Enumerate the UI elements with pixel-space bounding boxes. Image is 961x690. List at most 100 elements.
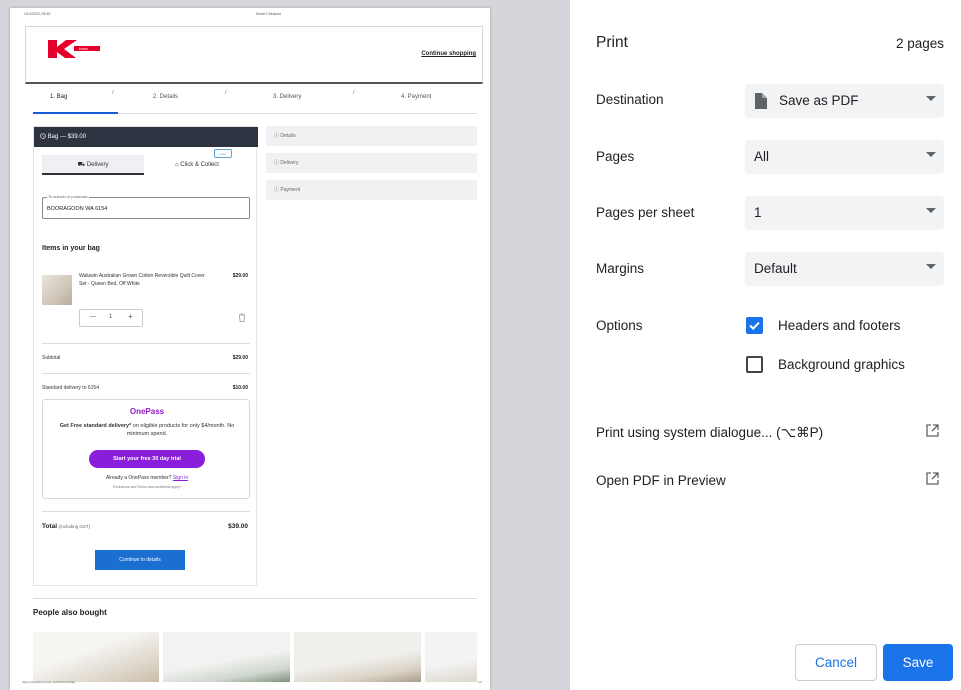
- save-button[interactable]: Save: [883, 644, 953, 681]
- people-also-bought-title: People also bought: [33, 608, 107, 617]
- onepass-signin-link[interactable]: Sign in: [173, 475, 188, 481]
- onepass-promo: OnePass Get Free standard delivery* on e…: [42, 399, 250, 499]
- clock-icon: [40, 133, 46, 139]
- destination-select[interactable]: Save as PDF: [745, 84, 944, 118]
- free-tooltip: Free: [214, 149, 232, 158]
- product-thumbnail[interactable]: [294, 632, 421, 682]
- total-note: (including GST): [58, 524, 91, 529]
- onepass-text-bold: Get Free standard delivery*: [59, 423, 132, 429]
- active-step-underline: [33, 112, 118, 114]
- tab-click-collect[interactable]: ⌂ Click & Collect: [146, 155, 248, 175]
- chevron-down-icon: [926, 208, 936, 213]
- truck-icon: ⛟: [77, 162, 86, 168]
- site-header: kmart Continue shopping: [25, 26, 483, 84]
- total-label: Total (including GST): [42, 523, 90, 530]
- product-name[interactable]: Waluwin Australian Grown Cotton Reversib…: [79, 273, 209, 288]
- product-image[interactable]: [42, 275, 72, 305]
- delivery-cost-label: Standard delivery to 6154: [42, 385, 99, 391]
- continue-shopping-link[interactable]: Continue shopping: [421, 51, 476, 57]
- step-separator: /: [112, 90, 114, 96]
- trash-icon[interactable]: [238, 313, 246, 322]
- margins-value: Default: [754, 261, 797, 276]
- product-thumbnail[interactable]: [425, 632, 477, 682]
- kmart-logo: kmart: [48, 40, 100, 58]
- cancel-button[interactable]: Cancel: [795, 644, 877, 681]
- chevron-down-icon: [926, 152, 936, 157]
- suburb-input[interactable]: To suburb or postcode BOORAGOON WA 6154: [42, 194, 250, 219]
- step-panel-label: Details: [280, 133, 296, 139]
- product-thumbnail[interactable]: [33, 632, 159, 682]
- step-panel-delivery[interactable]: ⓘ Delivery: [266, 153, 477, 173]
- step-circle-icon: ⓘ: [274, 160, 280, 166]
- bag-header[interactable]: Bag — $39.00: [34, 127, 258, 147]
- onepass-fine-print: Exclusions and Terms and conditions appl…: [112, 485, 182, 489]
- page-footer-url: https://www.kmart.com.au/checkout/bag: [22, 680, 76, 684]
- product-thumbnail[interactable]: [163, 632, 290, 682]
- step-panel-details[interactable]: ⓘ Details: [266, 126, 477, 146]
- quantity-value: 1: [109, 314, 113, 320]
- fulfilment-tabs: ⛟ Delivery ⌂ Click & Collect: [42, 155, 250, 175]
- suburb-value: BOORAGOON WA 6154: [47, 206, 108, 212]
- onepass-member-label: Already a OnePass member?: [105, 475, 172, 481]
- suburb-label: To suburb or postcode: [47, 194, 89, 199]
- divider: [42, 373, 250, 374]
- background-graphics-label[interactable]: Background graphics: [778, 357, 905, 372]
- page-header-title: Kmart Checkout: [256, 12, 282, 16]
- margins-select[interactable]: Default: [745, 252, 944, 286]
- plus-icon[interactable]: +: [128, 312, 133, 321]
- pages-per-sheet-value: 1: [754, 205, 762, 220]
- step-circle-icon: ⓘ: [274, 133, 280, 139]
- bag-header-text: Bag — $39.00: [47, 134, 87, 140]
- destination-label: Destination: [596, 92, 664, 107]
- continue-to-details-button[interactable]: Continue to details: [95, 550, 185, 570]
- step-payment[interactable]: 4. Payment: [401, 94, 431, 100]
- page-footer-number: 1/2: [477, 680, 482, 684]
- page-count: 2 pages: [895, 36, 944, 51]
- store-icon: ⌂: [175, 162, 179, 168]
- chevron-down-icon: [926, 96, 936, 101]
- headers-footers-checkbox[interactable]: [746, 317, 763, 334]
- bag-panel: Bag — $39.00 ⛟ Delivery ⌂ Click & Collec…: [33, 126, 258, 586]
- pages-label: Pages: [596, 149, 635, 164]
- step-panel-label: Delivery: [280, 160, 299, 166]
- open-pdf-preview-link[interactable]: Open PDF in Preview: [596, 473, 726, 488]
- pages-per-sheet-label: Pages per sheet: [596, 205, 695, 220]
- external-link-icon[interactable]: [926, 472, 939, 485]
- step-panel-label: Payment: [280, 187, 301, 193]
- system-dialog-link[interactable]: Print using system dialogue... (⌥⌘P): [596, 425, 823, 441]
- print-preview-area: 1/14/2023, 08:39 Kmart Checkout kmart Co…: [0, 0, 570, 690]
- subtotal-label: Subtotal: [42, 355, 61, 361]
- onepass-trial-button[interactable]: Start your free 30 day trial: [89, 450, 205, 468]
- print-title: Print: [596, 34, 628, 51]
- pages-select[interactable]: All: [745, 140, 944, 174]
- subtotal-value: $29.00: [232, 355, 248, 361]
- background-graphics-checkbox[interactable]: [746, 356, 763, 373]
- step-details[interactable]: 2. Details: [153, 94, 178, 100]
- external-link-icon[interactable]: [926, 424, 939, 437]
- pages-value: All: [754, 149, 770, 164]
- minus-icon[interactable]: —: [90, 314, 96, 320]
- file-icon: [755, 93, 767, 109]
- items-title: Items in your bag: [42, 245, 100, 252]
- step-separator: /: [225, 90, 227, 96]
- total-label-text: Total: [42, 523, 58, 530]
- pages-per-sheet-select[interactable]: 1: [745, 196, 944, 230]
- headers-footers-label[interactable]: Headers and footers: [778, 318, 900, 333]
- divider: [42, 511, 250, 512]
- divider: [33, 598, 477, 599]
- preview-page: 1/14/2023, 08:39 Kmart Checkout kmart Co…: [10, 8, 490, 690]
- onepass-text-rest: on eligible products for only $4/month. …: [126, 423, 235, 437]
- divider: [42, 343, 250, 344]
- step-panel-payment[interactable]: ⓘ Payment: [266, 180, 477, 200]
- tab-delivery[interactable]: ⛟ Delivery: [42, 155, 144, 175]
- tab-click-collect-label: Click & Collect: [180, 162, 219, 168]
- step-separator: /: [353, 90, 355, 96]
- quantity-stepper[interactable]: — 1 +: [79, 309, 143, 327]
- options-label: Options: [596, 318, 643, 333]
- total-value: $39.00: [228, 523, 248, 530]
- step-delivery[interactable]: 3. Delivery: [273, 94, 301, 100]
- checkout-steps: 1. Bag / 2. Details / 3. Delivery / 4. P…: [33, 90, 477, 114]
- tab-delivery-label: Delivery: [86, 162, 109, 168]
- step-bag[interactable]: 1. Bag: [50, 94, 67, 100]
- page-header-date: 1/14/2023, 08:39: [24, 12, 51, 16]
